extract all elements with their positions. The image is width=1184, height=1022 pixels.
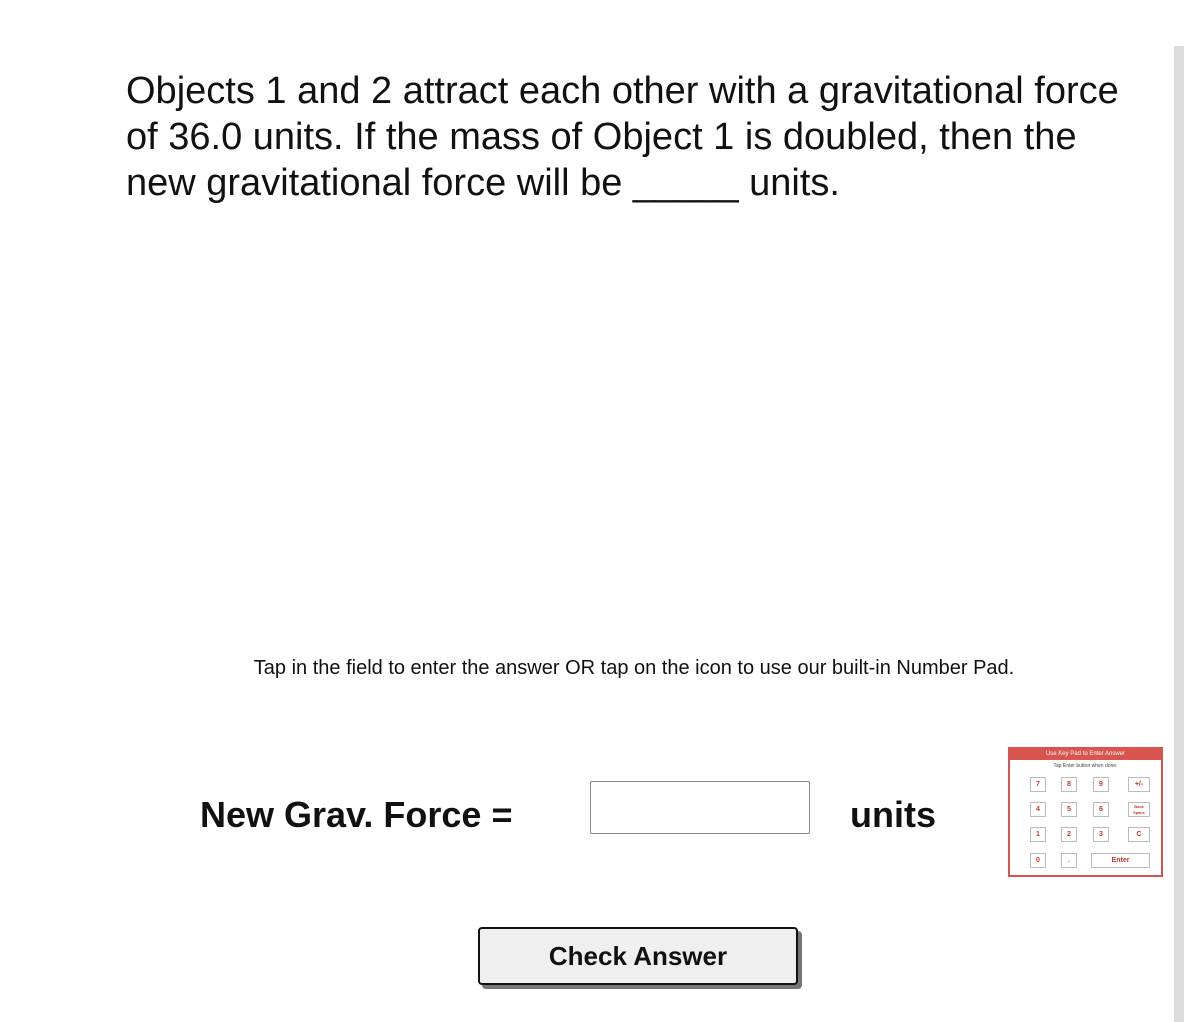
number-pad-icon[interactable]: Use Key Pad to Enter Answer Tap Enter bu… [1008, 747, 1163, 877]
keypad-subtitle: Tap Enter button when done. [1053, 763, 1118, 769]
keypad-key-5[interactable]: 5 [1061, 802, 1077, 817]
keypad-key-8[interactable]: 8 [1061, 777, 1077, 792]
keypad-key-enter[interactable]: Enter [1091, 853, 1150, 868]
keypad-key-0[interactable]: 0 [1030, 853, 1046, 868]
vertical-scrollbar[interactable] [1174, 46, 1184, 1022]
question-text: Objects 1 and 2 attract each other with … [126, 70, 1119, 204]
instruction-text: Tap in the field to enter the answer OR … [253, 657, 1015, 679]
keypad-key-9[interactable]: 9 [1093, 777, 1109, 792]
answer-input[interactable] [590, 781, 810, 834]
page: Objects 1 and 2 attract each other with … [0, 0, 1184, 1022]
check-answer-button[interactable]: Check Answer [478, 927, 798, 985]
keypad-key-1[interactable]: 1 [1030, 827, 1046, 842]
units-label: units [850, 794, 936, 835]
keypad-key-4[interactable]: 4 [1030, 802, 1046, 817]
keypad-key-plusminus[interactable]: +/- [1128, 777, 1150, 792]
answer-label: New Grav. Force = [200, 794, 513, 835]
keypad-key-backspace[interactable]: Back Space [1128, 802, 1150, 817]
keypad-key-6[interactable]: 6 [1093, 802, 1109, 817]
keypad-key-3[interactable]: 3 [1093, 827, 1109, 842]
keypad-key-7[interactable]: 7 [1030, 777, 1046, 792]
keypad-title: Use Key Pad to Enter Answer [1010, 749, 1161, 760]
keypad-key-clear[interactable]: C [1128, 827, 1150, 842]
keypad-key-2[interactable]: 2 [1061, 827, 1077, 842]
keypad-key-dot[interactable]: . [1061, 853, 1077, 868]
